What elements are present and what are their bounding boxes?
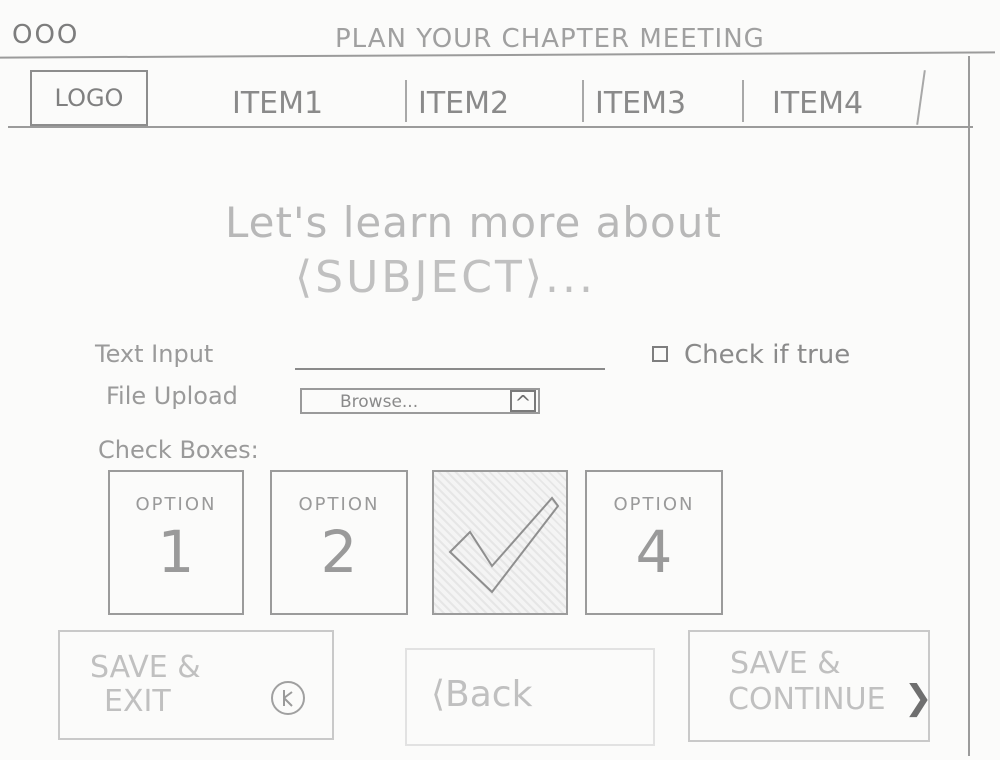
page-subheading: ⟨SUBJECT⟩...: [295, 252, 596, 303]
back-label: ⟨Back: [431, 674, 533, 715]
nav-separator: [916, 70, 926, 125]
check-boxes-label: Check Boxes:: [98, 436, 259, 464]
exit-icon: [271, 681, 305, 715]
nav-item-4[interactable]: ITEM4: [772, 86, 863, 121]
checkmark-icon: [448, 496, 560, 594]
option-2-title: OPTION: [298, 494, 380, 515]
option-2-checkbox[interactable]: OPTION 2: [270, 470, 408, 615]
back-button[interactable]: ⟨Back: [405, 648, 655, 746]
nav-item-3[interactable]: ITEM3: [595, 86, 686, 121]
save-exit-line2: EXIT: [104, 684, 171, 719]
file-upload-label: File Upload: [106, 382, 238, 410]
nav-separator: [405, 80, 407, 122]
save-continue-line2: CONTINUE: [728, 682, 886, 717]
browse-button-label[interactable]: Browse...: [340, 392, 418, 412]
option-1-number: 1: [157, 518, 195, 586]
logo[interactable]: LOGO: [30, 70, 148, 126]
nav-item-1[interactable]: ITEM1: [232, 86, 323, 121]
window-right-border: [968, 56, 970, 756]
save-exit-button[interactable]: SAVE & EXIT: [58, 630, 334, 740]
text-input[interactable]: [295, 368, 605, 370]
check-if-true-checkbox[interactable]: [652, 346, 668, 362]
nav-item-2[interactable]: ITEM2: [418, 86, 509, 121]
window-controls[interactable]: OOO: [12, 20, 79, 50]
option-3-checkbox-checked[interactable]: [432, 470, 568, 615]
text-input-label: Text Input: [95, 340, 214, 368]
window-title: PLAN YOUR CHAPTER MEETING: [335, 24, 765, 54]
option-1-title: OPTION: [135, 494, 217, 515]
option-4-checkbox[interactable]: OPTION 4: [585, 470, 723, 615]
check-if-true-label: Check if true: [684, 340, 851, 370]
option-1-checkbox[interactable]: OPTION 1: [108, 470, 244, 615]
continue-chevron-icon: ❯: [904, 678, 933, 718]
nav-separator: [742, 80, 744, 122]
save-exit-line1: SAVE &: [90, 650, 201, 685]
option-4-title: OPTION: [613, 494, 695, 515]
option-4-number: 4: [635, 518, 673, 586]
save-continue-line1: SAVE &: [730, 646, 841, 681]
nav-separator: [582, 80, 584, 122]
page-heading: Let's learn more about: [225, 198, 722, 247]
upload-icon[interactable]: ^: [510, 390, 536, 414]
save-continue-button[interactable]: SAVE & CONTINUE ❯: [688, 630, 933, 742]
file-upload-input[interactable]: [300, 388, 540, 414]
nav-divider: [8, 126, 973, 128]
option-2-number: 2: [320, 518, 358, 586]
